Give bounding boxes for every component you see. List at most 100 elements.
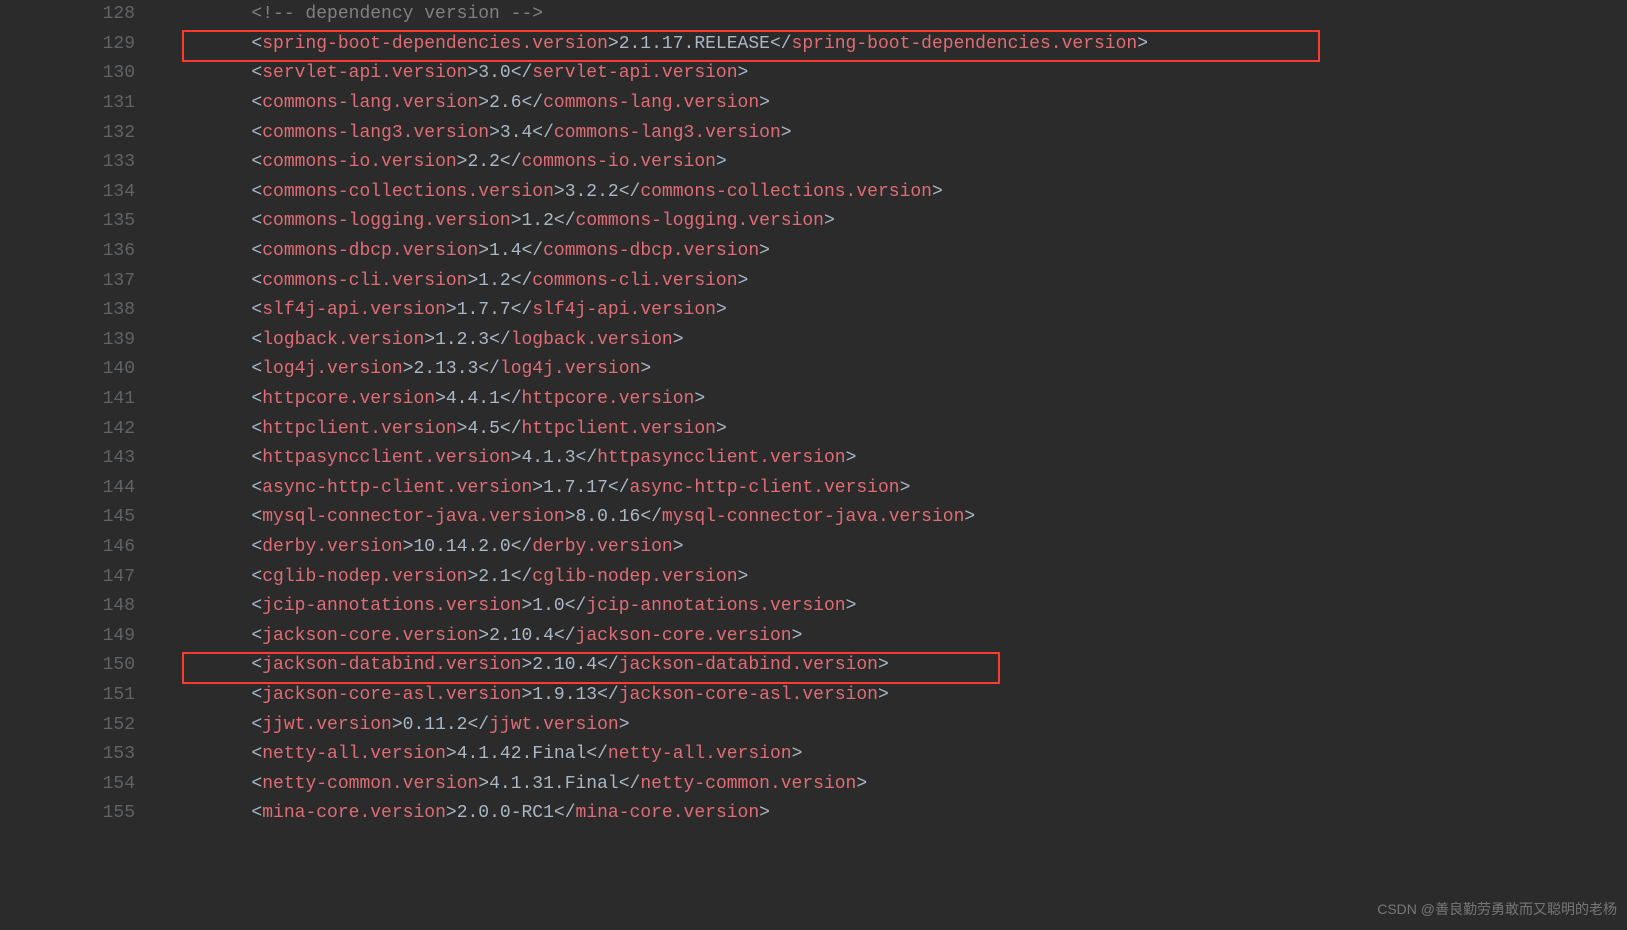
code-content[interactable]: <httpcore.version>4.4.1</httpcore.versio…: [165, 385, 1627, 414]
code-content[interactable]: <jackson-databind.version>2.10.4</jackso…: [165, 651, 1627, 680]
xml-text-value: 0.11.2: [403, 715, 468, 735]
code-line[interactable]: 146 <derby.version>10.14.2.0</derby.vers…: [0, 533, 1627, 563]
angle-bracket: >: [446, 300, 457, 320]
code-line[interactable]: 131 <commons-lang.version>2.6</commons-l…: [0, 89, 1627, 119]
code-line[interactable]: 153 <netty-all.version>4.1.42.Final</net…: [0, 740, 1627, 770]
line-number: 129: [0, 30, 165, 59]
line-number: 138: [0, 296, 165, 325]
angle-bracket: >: [457, 152, 468, 172]
angle-bracket: >: [392, 715, 403, 735]
code-line[interactable]: 139 <logback.version>1.2.3</logback.vers…: [0, 326, 1627, 356]
angle-bracket: >: [457, 419, 468, 439]
code-line[interactable]: 136 <commons-dbcp.version>1.4</commons-d…: [0, 237, 1627, 267]
code-content[interactable]: <commons-collections.version>3.2.2</comm…: [165, 178, 1627, 207]
code-content[interactable]: <slf4j-api.version>1.7.7</slf4j-api.vers…: [165, 296, 1627, 325]
code-line[interactable]: 141 <httpcore.version>4.4.1</httpcore.ve…: [0, 385, 1627, 415]
code-line[interactable]: 144 <async-http-client.version>1.7.17</a…: [0, 474, 1627, 504]
watermark: CSDN @善良勤劳勇敢而又聪明的老杨: [1377, 895, 1617, 924]
angle-bracket: <: [251, 123, 262, 143]
xml-close-tag: commons-io.version: [522, 152, 716, 172]
angle-bracket: >: [878, 655, 889, 675]
line-number: 134: [0, 178, 165, 207]
code-content[interactable]: <jackson-core.version>2.10.4</jackson-co…: [165, 622, 1627, 651]
code-line[interactable]: 147 <cglib-nodep.version>2.1</cglib-node…: [0, 562, 1627, 592]
code-content[interactable]: <commons-cli.version>1.2</commons-cli.ve…: [165, 267, 1627, 296]
angle-bracket: <: [251, 182, 262, 202]
angle-bracket: >: [446, 803, 457, 823]
code-content[interactable]: <derby.version>10.14.2.0</derby.version>: [165, 533, 1627, 562]
angle-bracket: </: [576, 448, 598, 468]
angle-bracket: >: [478, 774, 489, 794]
code-content[interactable]: <logback.version>1.2.3</logback.version>: [165, 326, 1627, 355]
code-content[interactable]: <commons-io.version>2.2</commons-io.vers…: [165, 148, 1627, 177]
xml-comment: <!-- dependency version -->: [251, 4, 543, 24]
angle-bracket: >: [403, 359, 414, 379]
xml-close-tag: httpcore.version: [522, 389, 695, 409]
code-content[interactable]: <netty-common.version>4.1.31.Final</nett…: [165, 770, 1627, 799]
code-content[interactable]: <cglib-nodep.version>2.1</cglib-nodep.ve…: [165, 563, 1627, 592]
code-line[interactable]: 151 <jackson-core-asl.version>1.9.13</ja…: [0, 681, 1627, 711]
code-line[interactable]: 149 <jackson-core.version>2.10.4</jackso…: [0, 621, 1627, 651]
xml-open-tag: commons-dbcp.version: [262, 241, 478, 261]
code-content[interactable]: <!-- dependency version -->: [165, 0, 1627, 29]
xml-text-value: 1.0: [532, 596, 564, 616]
code-content[interactable]: <servlet-api.version>3.0</servlet-api.ve…: [165, 59, 1627, 88]
angle-bracket: >: [846, 448, 857, 468]
angle-bracket: >: [694, 389, 705, 409]
xml-close-tag: netty-common.version: [640, 774, 856, 794]
code-line[interactable]: 142 <httpclient.version>4.5</httpclient.…: [0, 414, 1627, 444]
code-line[interactable]: 133 <commons-io.version>2.2</commons-io.…: [0, 148, 1627, 178]
angle-bracket: </: [478, 359, 500, 379]
code-content[interactable]: <commons-lang.version>2.6</commons-lang.…: [165, 89, 1627, 118]
code-editor[interactable]: 128 <!-- dependency version -->129 <spri…: [0, 0, 1627, 829]
code-content[interactable]: <jcip-annotations.version>1.0</jcip-anno…: [165, 592, 1627, 621]
code-line[interactable]: 150 <jackson-databind.version>2.10.4</ja…: [0, 651, 1627, 681]
line-number: 154: [0, 770, 165, 799]
code-line[interactable]: 140 <log4j.version>2.13.3</log4j.version…: [0, 355, 1627, 385]
code-line[interactable]: 138 <slf4j-api.version>1.7.7</slf4j-api.…: [0, 296, 1627, 326]
xml-text-value: 2.0.0-RC1: [457, 803, 554, 823]
code-content[interactable]: <jackson-core-asl.version>1.9.13</jackso…: [165, 681, 1627, 710]
code-line[interactable]: 154 <netty-common.version>4.1.31.Final</…: [0, 769, 1627, 799]
code-content[interactable]: <netty-all.version>4.1.42.Final</netty-a…: [165, 740, 1627, 769]
code-line[interactable]: 129 <spring-boot-dependencies.version>2.…: [0, 30, 1627, 60]
code-content[interactable]: <mina-core.version>2.0.0-RC1</mina-core.…: [165, 799, 1627, 828]
code-line[interactable]: 132 <commons-lang3.version>3.4</commons-…: [0, 118, 1627, 148]
code-content[interactable]: <log4j.version>2.13.3</log4j.version>: [165, 355, 1627, 384]
angle-bracket: </: [597, 685, 619, 705]
code-line[interactable]: 155 <mina-core.version>2.0.0-RC1</mina-c…: [0, 799, 1627, 829]
code-line[interactable]: 137 <commons-cli.version>1.2</commons-cl…: [0, 266, 1627, 296]
code-content[interactable]: <httpasyncclient.version>4.1.3</httpasyn…: [165, 444, 1627, 473]
line-number: 151: [0, 681, 165, 710]
code-content[interactable]: <commons-logging.version>1.2</commons-lo…: [165, 207, 1627, 236]
angle-bracket: >: [964, 507, 975, 527]
angle-bracket: <: [251, 448, 262, 468]
code-line[interactable]: 145 <mysql-connector-java.version>8.0.16…: [0, 503, 1627, 533]
xml-open-tag: servlet-api.version: [262, 63, 467, 83]
angle-bracket: <: [251, 241, 262, 261]
xml-close-tag: jcip-annotations.version: [586, 596, 845, 616]
code-line[interactable]: 130 <servlet-api.version>3.0</servlet-ap…: [0, 59, 1627, 89]
code-line[interactable]: 128 <!-- dependency version -->: [0, 0, 1627, 30]
code-content[interactable]: <async-http-client.version>1.7.17</async…: [165, 474, 1627, 503]
code-line[interactable]: 143 <httpasyncclient.version>4.1.3</http…: [0, 444, 1627, 474]
angle-bracket: >: [932, 182, 943, 202]
code-content[interactable]: <commons-dbcp.version>1.4</commons-dbcp.…: [165, 237, 1627, 266]
code-line[interactable]: 134 <commons-collections.version>3.2.2</…: [0, 178, 1627, 208]
code-line[interactable]: 148 <jcip-annotations.version>1.0</jcip-…: [0, 592, 1627, 622]
code-line[interactable]: 152 <jjwt.version>0.11.2</jjwt.version>: [0, 710, 1627, 740]
angle-bracket: >: [759, 93, 770, 113]
code-content[interactable]: <spring-boot-dependencies.version>2.1.17…: [165, 30, 1627, 59]
xml-open-tag: derby.version: [262, 537, 402, 557]
code-content[interactable]: <jjwt.version>0.11.2</jjwt.version>: [165, 711, 1627, 740]
code-content[interactable]: <commons-lang3.version>3.4</commons-lang…: [165, 119, 1627, 148]
xml-close-tag: jjwt.version: [489, 715, 619, 735]
code-content[interactable]: <httpclient.version>4.5</httpclient.vers…: [165, 415, 1627, 444]
angle-bracket: <: [251, 744, 262, 764]
code-content[interactable]: <mysql-connector-java.version>8.0.16</my…: [165, 503, 1627, 532]
code-line[interactable]: 135 <commons-logging.version>1.2</common…: [0, 207, 1627, 237]
xml-open-tag: netty-all.version: [262, 744, 446, 764]
xml-close-tag: commons-logging.version: [576, 211, 824, 231]
angle-bracket: >: [608, 34, 619, 54]
angle-bracket: >: [640, 359, 651, 379]
